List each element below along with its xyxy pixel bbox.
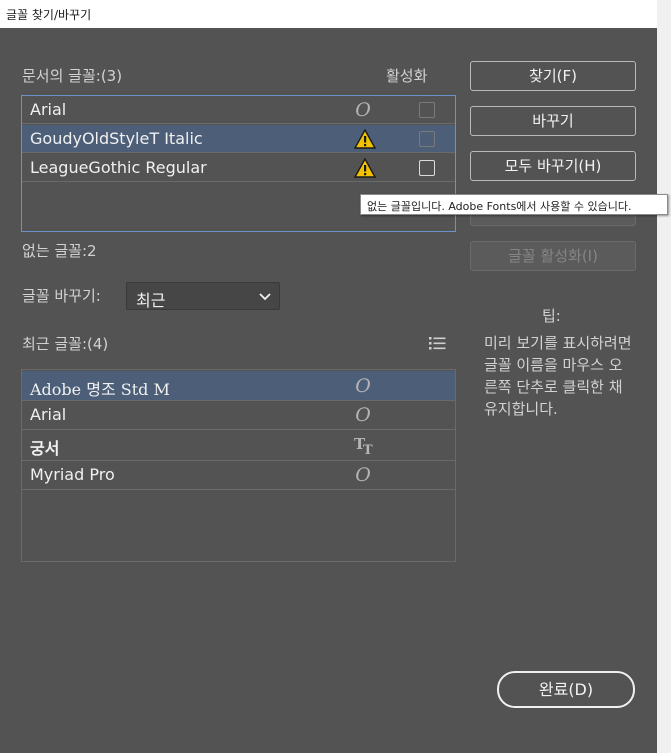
- replace-with-label: 글꼴 바꾸기:: [22, 287, 101, 305]
- font-name: LeagueGothic Regular: [30, 158, 207, 177]
- find-replace-font-dialog: 문서의 글꼴:(3) 활성화 Arial O GoudyOldStyleT It…: [0, 28, 657, 753]
- replace-button[interactable]: 바꾸기: [470, 106, 636, 136]
- missing-font-tooltip: 없는 글꼴입니다. Adobe Fonts에서 사용할 수 있습니다.: [360, 194, 668, 215]
- document-fonts-label: 문서의 글꼴:(3): [22, 67, 123, 85]
- activate-checkbox[interactable]: [419, 102, 435, 118]
- document-font-row-leaguegothic[interactable]: LeagueGothic Regular: [22, 154, 455, 182]
- recent-font-row-adobe-myungjo[interactable]: Adobe 명조 Std M O: [22, 371, 455, 401]
- right-edge-strip: [657, 0, 671, 753]
- replace-source-select[interactable]: 최근: [126, 282, 280, 310]
- font-name: 궁서: [30, 439, 60, 458]
- font-name: Arial: [30, 405, 67, 424]
- warning-icon: [354, 129, 376, 149]
- font-name: Arial: [30, 100, 67, 119]
- activate-checkbox[interactable]: [419, 131, 435, 147]
- missing-fonts-label: 없는 글꼴:2: [22, 242, 97, 260]
- select-value: 최근: [136, 291, 166, 310]
- recent-fonts-label: 최근 글꼴:(4): [22, 335, 109, 353]
- opentype-icon: O: [355, 404, 371, 426]
- opentype-icon: O: [355, 99, 371, 121]
- warning-icon: [354, 158, 376, 178]
- recent-font-row-myriad[interactable]: Myriad Pro O: [22, 461, 455, 490]
- chevron-down-icon: [259, 293, 271, 301]
- document-font-row-goudy[interactable]: GoudyOldStyleT Italic: [22, 125, 455, 153]
- replace-all-button[interactable]: 모두 바꾸기(H): [470, 151, 636, 181]
- font-name: GoudyOldStyleT Italic: [30, 129, 203, 148]
- activate-column-header: 활성화: [386, 67, 428, 85]
- opentype-icon: O: [355, 464, 371, 486]
- window-title: 글꼴 찾기/바꾸기: [6, 8, 92, 22]
- find-button[interactable]: 찾기(F): [470, 61, 636, 91]
- svg-text:T: T: [363, 443, 373, 455]
- list-view-icon[interactable]: [429, 337, 446, 350]
- opentype-icon: O: [355, 375, 371, 397]
- title-bar: 글꼴 찾기/바꾸기: [0, 0, 657, 28]
- tip-text: 미리 보기를 표시하려면 글꼴 이름을 마우스 오른쪽 단추로 클릭한 채 유지…: [484, 334, 632, 418]
- document-font-row-arial[interactable]: Arial O: [22, 96, 455, 124]
- tip-title: 팁:: [542, 307, 561, 325]
- font-name: Adobe 명조 Std M: [30, 380, 170, 399]
- activate-checkbox[interactable]: [419, 160, 435, 176]
- truetype-icon: T T: [354, 436, 373, 455]
- recent-font-row-arial[interactable]: Arial O: [22, 401, 455, 430]
- done-button[interactable]: 완료(D): [497, 671, 635, 708]
- recent-fonts-list[interactable]: Adobe 명조 Std M O Arial O 궁서 T T Myriad P…: [21, 369, 456, 562]
- font-name: Myriad Pro: [30, 465, 115, 484]
- activate-font-button[interactable]: 글꼴 활성화(I): [470, 241, 636, 271]
- recent-font-row-gungseo[interactable]: 궁서 T T: [22, 430, 455, 461]
